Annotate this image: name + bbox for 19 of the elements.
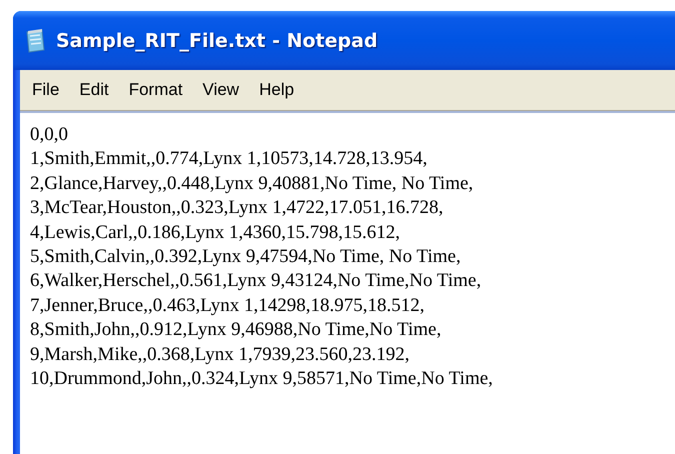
text-line: 0,0,0	[30, 123, 69, 147]
text-line: 6,Walker,Herschel,,0.561,Lynx 9,43124,No Time,No Time,	[30, 269, 482, 294]
text-line: 10,Drummond,John,,0.324,Lynx 9,58571,No Time,No Time,	[30, 367, 494, 392]
text-line: 4,Lewis,Carl,,0.186,Lynx 1,4360,15.798,15.612,	[30, 220, 401, 245]
text-line: 9,Marsh,Mike,,0.368,Lynx 1,7939,23.560,23.192,	[30, 342, 410, 367]
menu-item[interactable]: Help	[251, 78, 302, 102]
text-line: 8,Smith,John,,0.912,Lynx 9,46988,No Time,No Time,	[30, 318, 442, 342]
text-line: 7,Jenner,Bruce,,0.463,Lynx 1,14298,18.975,18.512,	[30, 294, 426, 318]
text-line: 2,Glance,Harvey,,0.448,Lynx 9,40881,No Time, No Time,	[30, 172, 474, 196]
window-title: Sample_RIT_File.txt - Notepad	[56, 30, 378, 52]
text-line: 1,Smith,Emmit,,0.774,Lynx 1,10573,14.728,13.954,	[30, 147, 428, 172]
menu-item[interactable]: File	[24, 78, 68, 102]
text-editor[interactable]	[20, 111, 675, 454]
text-line: 5,Smith,Calvin,,0.392,Lynx 9,47594,No Time, No Time,	[30, 245, 462, 270]
menu-item[interactable]: Edit	[71, 78, 117, 102]
text-line: 3,McTear,Houston,,0.323,Lynx 1,4722,17.051,16.728,	[30, 196, 444, 220]
notepad-icon	[24, 28, 46, 54]
menu-item[interactable]: View	[194, 78, 248, 102]
menu-item[interactable]: Format	[120, 78, 191, 102]
